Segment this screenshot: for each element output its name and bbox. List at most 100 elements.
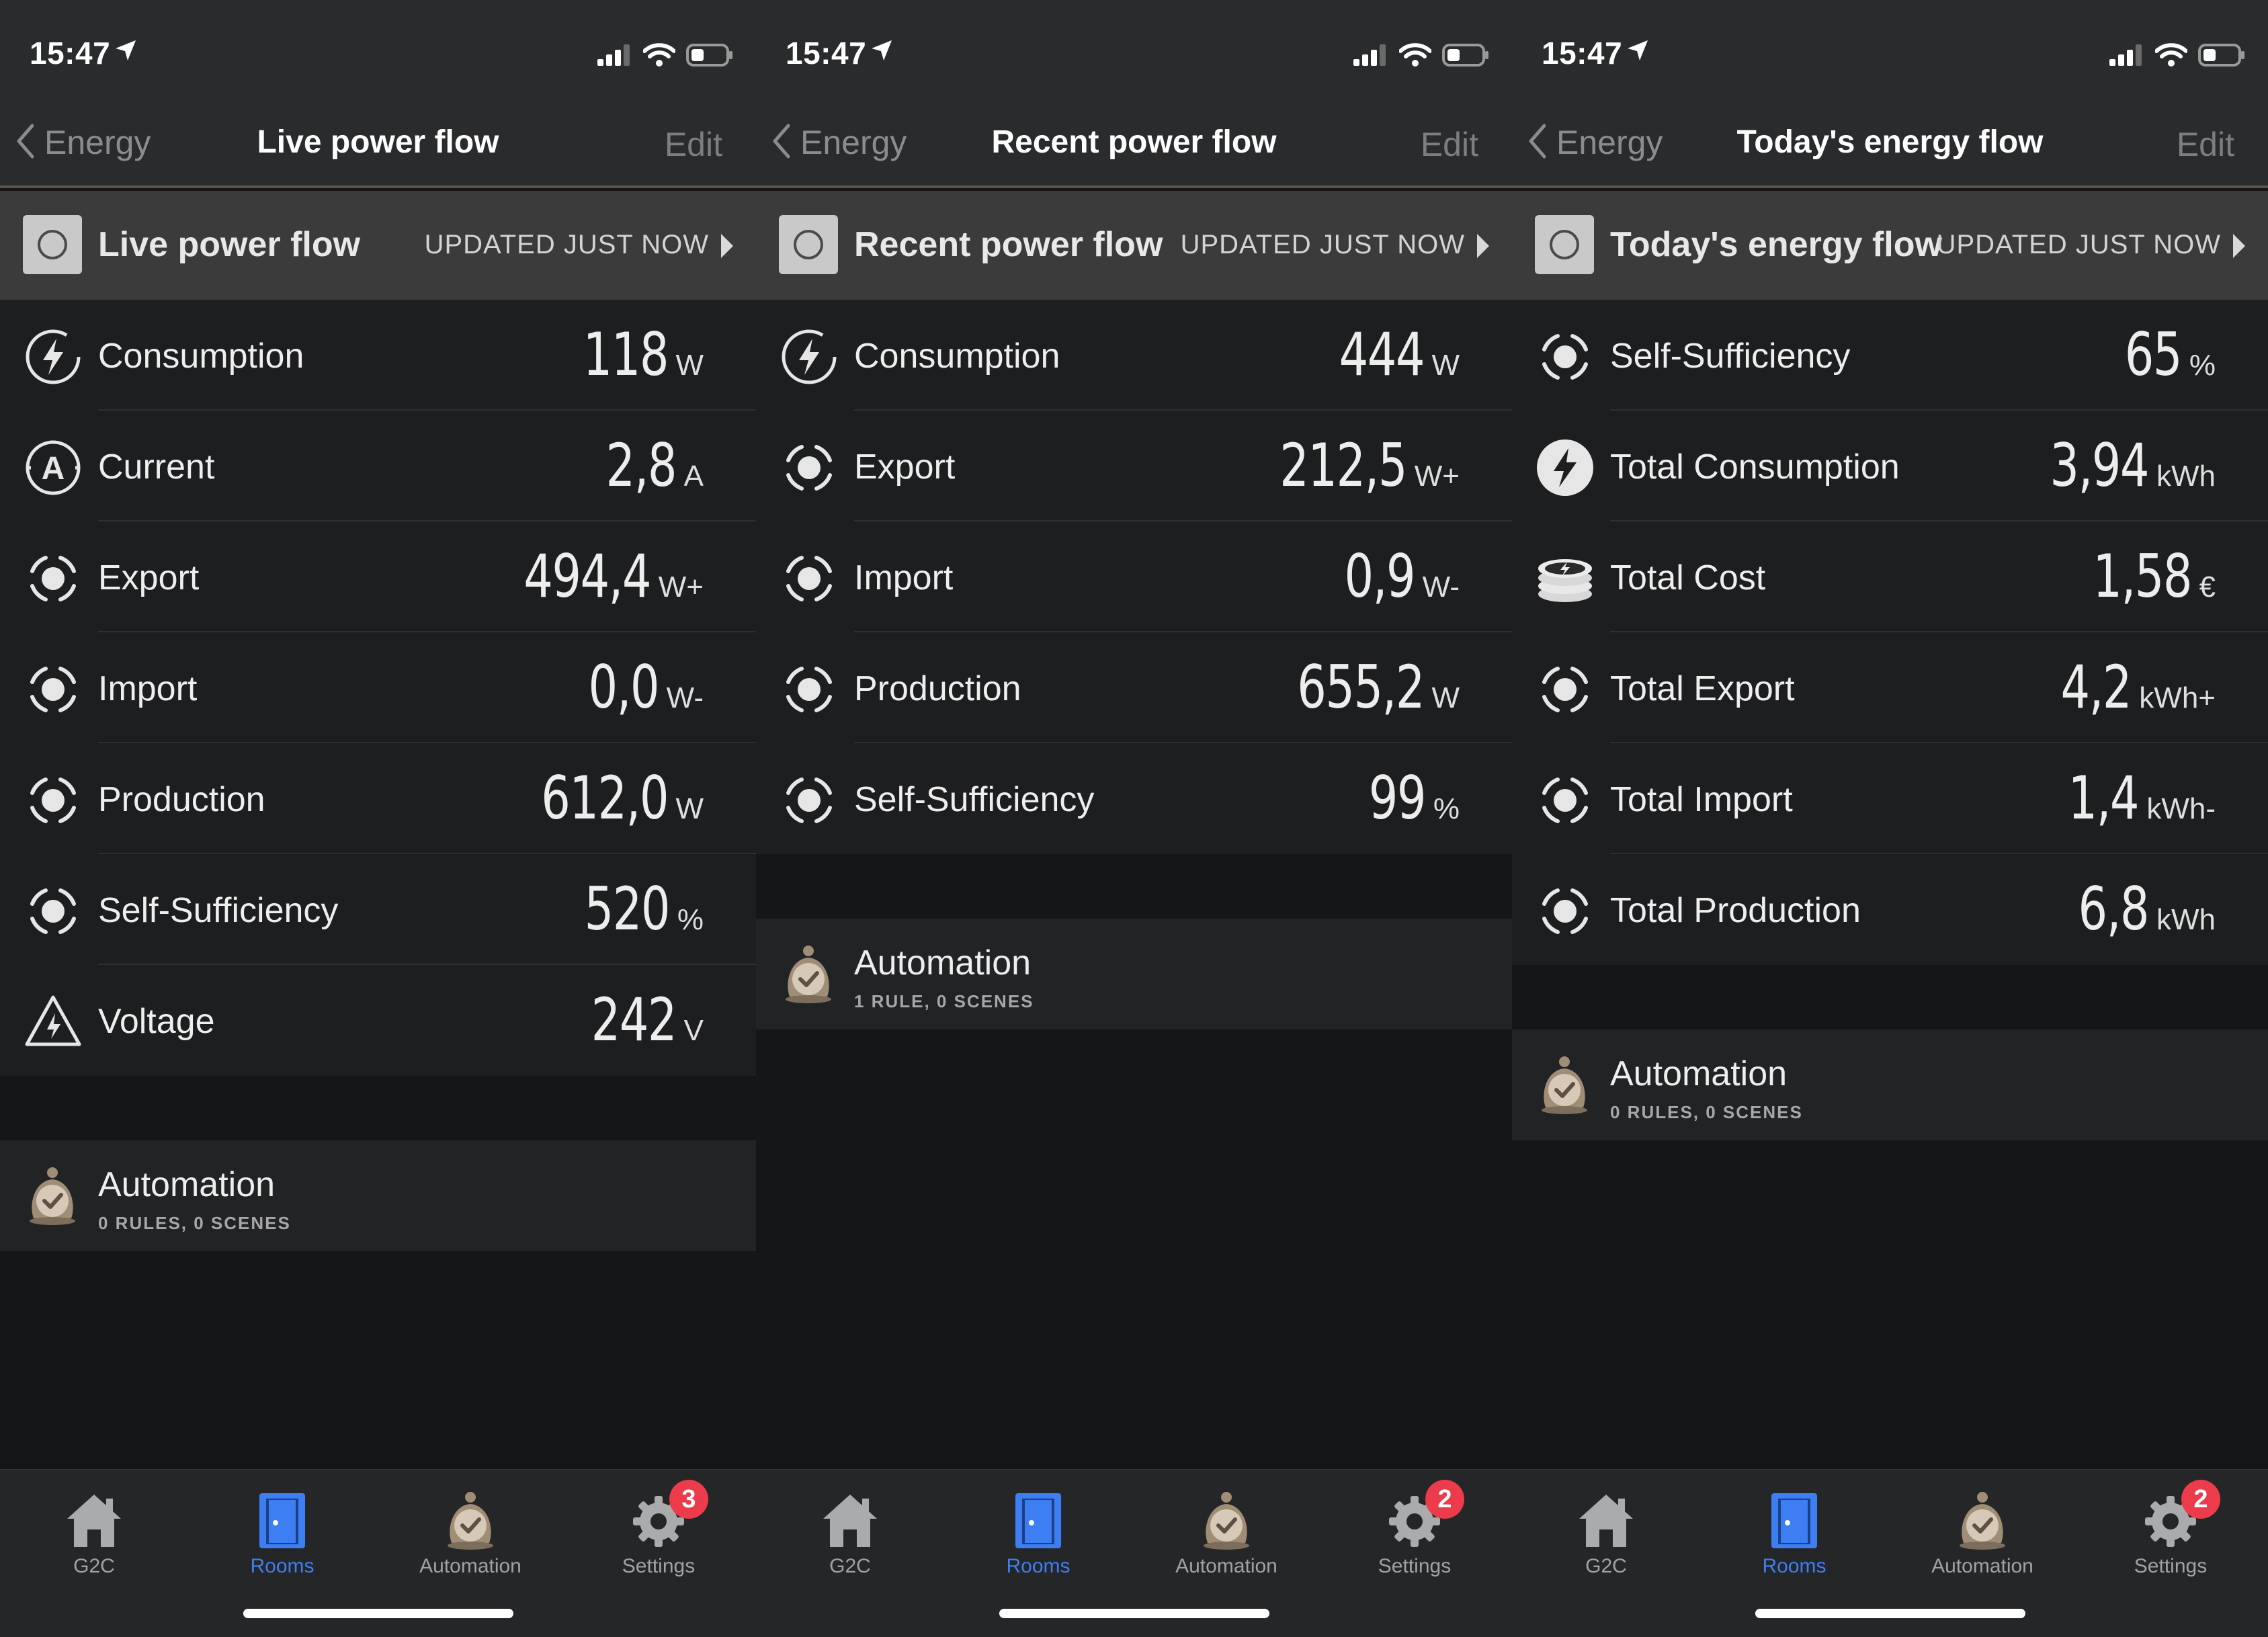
value-unit: A	[683, 460, 704, 493]
list-item[interactable]: Voltage 242 V	[0, 965, 756, 1076]
item-value: 520%	[560, 874, 704, 948]
tab-g2c[interactable]: G2C	[27, 1480, 161, 1581]
tab-label: Automation	[419, 1555, 521, 1577]
home-icon	[818, 1488, 882, 1552]
device-header-row[interactable]: Recent power flow UPDATED JUST NOW	[756, 191, 1512, 300]
status-bar: 15:47	[0, 0, 756, 94]
automation-row[interactable]: Automation 0 RULES, 0 SCENES	[0, 1140, 756, 1251]
item-value: 1,58 €	[2065, 542, 2216, 616]
battery-icon	[686, 44, 732, 67]
tab-g2c[interactable]: G2C	[1539, 1480, 1673, 1581]
device-circle-icon	[779, 215, 838, 274]
list-item[interactable]: Self-Sufficiency 520%	[0, 854, 756, 965]
tab-label: Rooms	[1762, 1555, 1826, 1577]
status-time: 15:47	[30, 36, 111, 71]
list-item[interactable]: Production 655,2 W	[756, 632, 1512, 743]
home-indicator[interactable]	[243, 1609, 513, 1618]
tab-automation[interactable]: Automation	[1915, 1480, 2050, 1581]
value-number: 3,94	[2050, 431, 2149, 500]
value-number: 2,8	[605, 431, 677, 500]
device-title: Today's energy flow	[1610, 225, 1942, 264]
tab-settings[interactable]: Settings 2	[1347, 1480, 1482, 1581]
tab-label: Settings	[2134, 1555, 2208, 1577]
edit-button[interactable]: Edit	[665, 125, 722, 164]
automation-icon	[438, 1488, 503, 1552]
tab-settings[interactable]: Settings 2	[2103, 1480, 2238, 1581]
item-label: Import	[98, 669, 198, 708]
battery-icon	[1442, 44, 1488, 67]
list-item[interactable]: Consumption 444 W	[756, 300, 1512, 411]
device-header-row[interactable]: Today's energy flow UPDATED JUST NOW	[1512, 191, 2268, 300]
item-value: 65%	[2109, 320, 2216, 394]
tab-label: Automation	[1175, 1555, 1277, 1577]
value-unit: %	[2189, 349, 2216, 382]
item-value: 0,0 W-	[569, 653, 704, 726]
home-indicator[interactable]	[1755, 1609, 2025, 1618]
item-label: Total Consumption	[1610, 448, 1900, 487]
item-label: Total Production	[1610, 891, 1861, 930]
list-item[interactable]: Total Production 6,8 kWh	[1512, 854, 2268, 965]
list-item[interactable]: Self-Sufficiency 99%	[756, 743, 1512, 854]
list-item[interactable]: Export 494,4 W+	[0, 521, 756, 632]
edit-button[interactable]: Edit	[2177, 125, 2234, 164]
caret-right-icon	[1477, 234, 1489, 258]
home-indicator[interactable]	[999, 1609, 1269, 1618]
item-label: Self-Sufficiency	[98, 891, 339, 930]
automation-row[interactable]: Automation 1 RULE, 0 SCENES	[756, 919, 1512, 1030]
tab-g2c[interactable]: G2C	[783, 1480, 917, 1581]
value-unit: kWh	[2156, 903, 2216, 936]
energy-meter-icon	[779, 437, 839, 498]
value-list: Self-Sufficiency 65% Total Consumption 3,94…	[1512, 300, 2268, 965]
energy-meter-icon	[1535, 659, 1595, 720]
tab-rooms[interactable]: Rooms	[215, 1480, 349, 1581]
energy-meter-icon	[779, 659, 839, 720]
item-value: 118 W	[559, 320, 704, 394]
item-label: Consumption	[98, 337, 304, 376]
value-number: 65	[2124, 320, 2183, 389]
caret-right-icon	[2233, 234, 2245, 258]
screenshot-collage: 15:47 Energy Live power flow Edit Live powe…	[0, 0, 2268, 1637]
page-title: Today's energy flow	[1736, 124, 2044, 160]
automation-subtitle: 1 RULE, 0 SCENES	[854, 991, 1034, 1011]
list-item[interactable]: Consumption 118 W	[0, 300, 756, 411]
automation-title: Automation	[98, 1165, 276, 1204]
automation-subtitle: 0 RULES, 0 SCENES	[98, 1213, 291, 1233]
automation-row[interactable]: Automation 0 RULES, 0 SCENES	[1512, 1030, 2268, 1140]
list-item[interactable]: Total Export 4,2 kWh+	[1512, 632, 2268, 743]
tab-automation[interactable]: Automation	[403, 1480, 538, 1581]
tab-rooms[interactable]: Rooms	[971, 1480, 1105, 1581]
device-circle-icon	[1535, 215, 1594, 274]
tab-rooms[interactable]: Rooms	[1727, 1480, 1861, 1581]
device-circle-icon	[23, 215, 82, 274]
tab-automation[interactable]: Automation	[1159, 1480, 1294, 1581]
item-label: Self-Sufficiency	[1610, 337, 1851, 376]
tab-label: Automation	[1931, 1555, 2033, 1577]
list-item[interactable]: Total Cost 1,58 €	[1512, 521, 2268, 632]
list-item[interactable]: Export 212,5 W+	[756, 411, 1512, 521]
list-item[interactable]: Self-Sufficiency 65%	[1512, 300, 2268, 411]
list-item[interactable]: Production 612,0 W	[0, 743, 756, 854]
device-title: Recent power flow	[854, 225, 1163, 264]
energy-meter-icon	[23, 659, 83, 720]
item-value: 612,0 W	[505, 763, 704, 837]
value-unit: W	[1431, 349, 1460, 382]
cellular-signal-icon	[2109, 44, 2142, 66]
automation-subtitle: 0 RULES, 0 SCENES	[1610, 1102, 1803, 1122]
value-unit: %	[677, 903, 704, 936]
tab-settings[interactable]: Settings 3	[591, 1480, 726, 1581]
value-unit: W	[675, 792, 704, 825]
list-item[interactable]: Import 0,0 W-	[0, 632, 756, 743]
edit-button[interactable]: Edit	[1421, 125, 1478, 164]
tab-label: Rooms	[250, 1555, 314, 1577]
navigation-bar: Energy Live power flow Edit	[0, 94, 756, 188]
item-value: 655,2 W	[1261, 653, 1460, 726]
tab-label: G2C	[1585, 1555, 1627, 1577]
status-time: 15:47	[786, 36, 867, 71]
list-item[interactable]: Import 0,9 W-	[756, 521, 1512, 632]
list-item[interactable]: Total Import 1,4 kWh-	[1512, 743, 2268, 854]
value-number: 444	[1339, 320, 1425, 389]
device-header-row[interactable]: Live power flow UPDATED JUST NOW	[0, 191, 756, 300]
phone-screen-1: 15:47 Energy Live power flow Edit Live powe…	[0, 0, 756, 1637]
list-item[interactable]: A Current 2,8 A	[0, 411, 756, 521]
list-item[interactable]: Total Consumption 3,94 kWh	[1512, 411, 2268, 521]
